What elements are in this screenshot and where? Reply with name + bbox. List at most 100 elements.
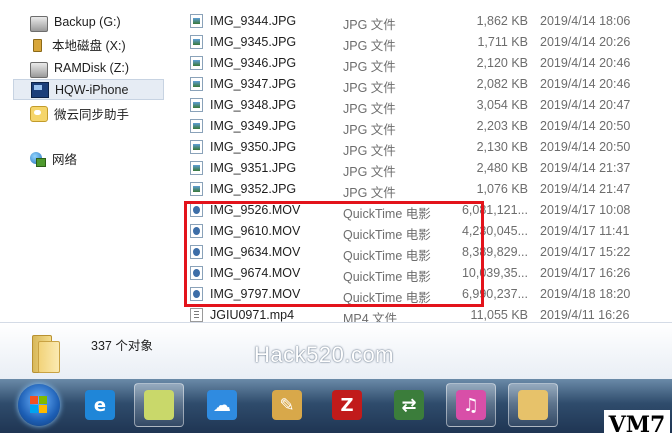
file-size: 1,711 KB <box>477 35 528 49</box>
file-type: JPG 文件 <box>343 60 396 74</box>
file-row[interactable]: IMG_9634.MOV QuickTime 电影 8,389,829... 2019… <box>185 242 672 263</box>
nav-item-ramdisk[interactable]: RAMDisk (Z:) <box>30 57 129 78</box>
file-date: 2019/4/14 20:50 <box>540 119 631 133</box>
weiyun-icon <box>30 105 48 122</box>
file-date: 2019/4/14 20:47 <box>540 98 631 112</box>
file-name: IMG_9348.JPG <box>210 98 297 112</box>
file-name: IMG_9345.JPG <box>210 35 297 49</box>
taskbar-app-button[interactable]: ♫ <box>446 383 496 427</box>
nav-item-network[interactable]: 网络 <box>30 148 77 169</box>
file-date: 2019/4/17 16:26 <box>540 266 631 280</box>
jpg-file-icon <box>190 140 203 154</box>
file-name: IMG_9674.MOV <box>210 266 301 280</box>
windows-explorer-icon <box>518 390 548 420</box>
file-row[interactable]: IMG_9344.JPG JPG 文件 1,862 KB 2019/4/14 18:0… <box>185 11 672 32</box>
file-size: 2,130 KB <box>476 140 528 154</box>
filezilla-icon: Z <box>332 390 362 420</box>
file-name: IMG_9634.MOV <box>210 245 301 259</box>
taskbar-app-button[interactable]: e <box>75 383 125 427</box>
file-size: 3,054 KB <box>476 98 528 112</box>
taskbar-app-button[interactable]: ☁ <box>197 383 247 427</box>
file-size: 2,082 KB <box>476 77 528 91</box>
jpg-file-icon <box>190 56 203 70</box>
baidu-cloud-icon: ☁ <box>207 390 237 420</box>
file-name: IMG_9526.MOV <box>210 203 301 217</box>
file-name: IMG_9347.JPG <box>210 77 297 91</box>
mov-file-icon <box>190 245 203 259</box>
file-date: 2019/4/17 10:08 <box>540 203 631 217</box>
usb-drive-icon <box>30 38 46 52</box>
mp4-file-icon <box>190 308 203 322</box>
file-row[interactable]: IMG_9349.JPG JPG 文件 2,203 KB 2019/4/14 20:5… <box>185 116 672 137</box>
nav-item-label: 微云同步助手 <box>54 108 130 122</box>
file-date: 2019/4/17 11:41 <box>540 224 630 238</box>
nav-item-label: Backup (G:) <box>54 14 121 29</box>
file-size: 2,203 KB <box>476 119 528 133</box>
jpg-file-icon <box>190 182 203 196</box>
sharing-tool-icon: ⇄ <box>394 390 424 420</box>
file-size: 6,081,121... <box>461 203 528 217</box>
file-type: QuickTime 电影 <box>343 228 431 242</box>
file-name: IMG_9351.JPG <box>210 161 297 175</box>
file-row[interactable]: IMG_9674.MOV QuickTime 电影 10,039,35... 2019… <box>185 263 672 284</box>
file-name: IMG_9344.JPG <box>210 14 297 28</box>
file-type: JPG 文件 <box>343 39 396 53</box>
file-name: IMG_9350.JPG <box>210 140 297 154</box>
network-icon <box>30 151 46 167</box>
file-size: 1,076 KB <box>476 182 528 196</box>
folder-icon <box>32 335 62 373</box>
file-date: 2019/4/14 20:50 <box>540 140 631 154</box>
file-row[interactable]: IMG_9797.MOV QuickTime 电影 6,990,237... 2019… <box>185 284 672 305</box>
nav-item-iphone[interactable]: HQW-iPhone <box>13 79 164 100</box>
mov-file-icon <box>190 266 203 280</box>
file-size: 1,862 KB <box>476 14 528 28</box>
file-type: QuickTime 电影 <box>343 270 431 284</box>
file-row[interactable]: IMG_9346.JPG JPG 文件 2,120 KB 2019/4/14 20:4… <box>185 53 672 74</box>
paint-tool-icon: ✎ <box>272 390 302 420</box>
jpg-file-icon <box>190 119 203 133</box>
taskbar-app-button[interactable]: ⇄ <box>384 383 434 427</box>
file-name: JGIU0971.mp4 <box>210 308 295 322</box>
nav-item-local-disk[interactable]: 本地磁盘 (X:) <box>30 34 126 55</box>
file-type: QuickTime 电影 <box>343 249 431 263</box>
windows-start-icon[interactable] <box>18 384 60 426</box>
file-row[interactable]: IMG_9526.MOV QuickTime 电影 6,081,121... 2019… <box>185 200 672 221</box>
file-row[interactable]: IMG_9350.JPG JPG 文件 2,130 KB 2019/4/14 20:5… <box>185 137 672 158</box>
file-size: 2,120 KB <box>476 56 528 70</box>
file-row[interactable]: IMG_9345.JPG JPG 文件 1,711 KB 2019/4/14 20:2… <box>185 32 672 53</box>
file-row[interactable]: IMG_9352.JPG JPG 文件 1,076 KB 2019/4/14 21:4… <box>185 179 672 200</box>
nav-item-label: HQW-iPhone <box>55 82 129 97</box>
watermark: Hack520.com <box>254 342 395 367</box>
file-row[interactable]: IMG_9347.JPG JPG 文件 2,082 KB 2019/4/14 20:4… <box>185 74 672 95</box>
mov-file-icon <box>190 203 203 217</box>
file-date: 2019/4/14 21:37 <box>540 161 631 175</box>
file-size: 6,990,237... <box>461 287 528 301</box>
taskbar-app-button[interactable]: Z <box>322 383 372 427</box>
internet-explorer-icon: e <box>85 390 115 420</box>
nav-item-label: 网络 <box>52 153 78 167</box>
taskbar-app-button[interactable]: ✎ <box>262 383 312 427</box>
sticky-notes-icon <box>144 390 174 420</box>
nav-item-label: 本地磁盘 (X:) <box>52 39 126 53</box>
file-name: IMG_9346.JPG <box>210 56 297 70</box>
file-size: 11,055 KB <box>470 308 528 322</box>
jpg-file-icon <box>190 77 203 91</box>
file-row[interactable]: IMG_9351.JPG JPG 文件 2,480 KB 2019/4/14 21:3… <box>185 158 672 179</box>
file-date: 2019/4/14 20:46 <box>540 77 631 91</box>
file-row[interactable]: IMG_9348.JPG JPG 文件 3,054 KB 2019/4/14 20:4… <box>185 95 672 116</box>
nav-item-weiyun[interactable]: 微云同步助手 <box>30 103 129 124</box>
file-size: 10,039,35... <box>461 266 528 280</box>
nav-item-label: RAMDisk (Z:) <box>54 60 129 75</box>
file-date: 2019/4/14 20:26 <box>540 35 631 49</box>
file-size: 2,480 KB <box>476 161 528 175</box>
jpg-file-icon <box>190 35 203 49</box>
file-type: QuickTime 电影 <box>343 291 431 305</box>
file-name: IMG_9797.MOV <box>210 287 301 301</box>
drive-icon <box>30 61 48 78</box>
file-size: 4,230,045... <box>461 224 528 238</box>
taskbar-app-button[interactable] <box>134 383 184 427</box>
taskbar-app-button[interactable] <box>508 383 558 427</box>
file-row[interactable]: IMG_9610.MOV QuickTime 电影 4,230,045... 2019… <box>185 221 672 242</box>
nav-item-backup-drive[interactable]: Backup (G:) <box>30 11 121 32</box>
jpg-file-icon <box>190 14 203 28</box>
